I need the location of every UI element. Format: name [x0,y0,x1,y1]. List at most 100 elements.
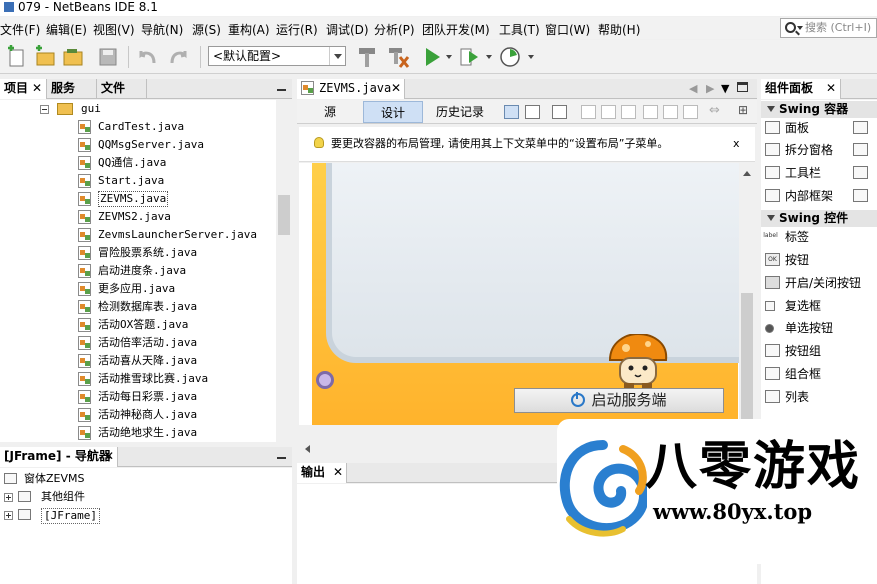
tree-file-label: 活动每日彩票.java [98,390,198,403]
package-icon [57,103,73,115]
minimize-icon[interactable] [277,89,286,91]
menu-source[interactable]: 源(S) [192,21,221,38]
tab-list-icon[interactable]: ▼ [721,82,729,95]
new-project-icon[interactable] [33,45,57,69]
resize-vertical-icon[interactable]: ⊞ [738,103,748,117]
new-file-icon[interactable] [5,45,29,69]
preview-design-icon[interactable] [552,105,567,119]
desktop-pane-icon[interactable] [853,166,868,179]
menu-view[interactable]: 视图(V) [93,21,135,38]
run-dropdown-icon[interactable] [446,55,452,59]
java-file-icon [78,318,91,332]
profile-dropdown-icon[interactable] [528,55,534,59]
palette-item-label: 列表 [785,390,810,404]
save-all-icon[interactable] [96,45,120,69]
menu-navigate[interactable]: 导航(N) [141,21,183,38]
chevron-down-icon [329,47,345,65]
tab-zevms-java-label: ZEVMS.java [319,81,392,95]
resize-horizontal-icon[interactable]: ⇔ [709,103,720,118]
design-canvas[interactable]: 启动服务端 [299,163,739,425]
align-top-icon[interactable] [643,105,658,119]
close-icon[interactable]: ✕ [826,79,836,98]
palette-item-label: 按钮 [785,253,810,267]
close-icon[interactable]: ✕ [391,79,401,98]
tab-services-label: 服务 [51,81,76,95]
debug-dropdown-icon[interactable] [486,55,492,59]
combo-box-icon [765,367,780,380]
canvas-vertical-scrollbar[interactable] [739,163,755,441]
debug-icon[interactable] [458,45,482,69]
align-right-icon[interactable] [601,105,616,119]
run-icon[interactable] [420,45,444,69]
menu-edit[interactable]: 编辑(E) [46,21,87,38]
tree-file-label: QQMsgServer.java [98,138,204,151]
align-left-icon[interactable] [581,105,596,119]
maximize-icon[interactable] [737,82,748,92]
undo-icon[interactable] [136,45,160,69]
connection-mode-icon[interactable] [525,105,540,119]
components-icon [18,491,31,502]
project-tree-scrollbar[interactable] [276,100,292,442]
jframe-preview[interactable]: 启动服务端 [312,163,739,425]
window-title-bar: 079 - NetBeans IDE 8.1 [0,0,877,16]
tree-file-label: 活动倍率活动.java [98,336,198,349]
tab-services[interactable]: 服务 [47,79,97,99]
tabbed-pane-icon[interactable] [853,143,868,156]
start-server-button[interactable]: 启动服务端 [514,388,724,413]
scroll-left-icon[interactable] [301,445,310,453]
scroll-left-icon[interactable]: ◀ [689,82,697,95]
layered-pane-icon[interactable] [853,189,868,202]
build-hammer-icon[interactable] [355,45,379,69]
open-project-icon[interactable] [61,45,85,69]
menu-debug[interactable]: 调试(D) [326,21,369,38]
tab-files[interactable]: 文件 [97,79,147,99]
tab-navigator[interactable]: [JFrame] - 导航器 ✕ [0,447,118,467]
collapse-icon[interactable] [40,105,49,114]
menu-help[interactable]: 帮助(H) [598,21,640,38]
subtab-design[interactable]: 设计 [363,101,423,123]
menu-refactor[interactable]: 重构(A) [228,21,270,38]
configuration-select[interactable]: <默认配置> [208,46,346,66]
tab-output-label: 输出 [301,465,326,479]
close-icon[interactable]: ✕ [333,463,343,482]
menu-profile[interactable]: 分析(P) [374,21,415,38]
java-file-icon [78,156,91,170]
scroll-right-icon[interactable]: ▶ [706,82,714,95]
clean-build-icon[interactable] [386,45,410,69]
tree-file-label: ZEVMS.java [98,191,169,207]
align-bottom-icon[interactable] [663,105,678,119]
scroll-pane-icon[interactable] [853,121,868,134]
minimize-icon[interactable] [277,457,286,459]
close-icon[interactable]: ✕ [32,79,42,98]
tab-projects[interactable]: 项目 ✕ [0,79,47,99]
close-hint-button[interactable]: x [733,127,740,161]
close-icon[interactable]: ✕ [104,447,114,466]
tab-output[interactable]: 输出 ✕ [297,463,347,483]
menu-tools[interactable]: 工具(T) [499,21,540,38]
subtab-source[interactable]: 源 [303,101,357,123]
menu-file[interactable]: 文件(F) [0,21,40,38]
expand-icon[interactable] [4,511,13,520]
profile-icon[interactable] [498,45,522,69]
subtab-history[interactable]: 历史记录 [427,101,493,123]
checkbox-icon [765,301,775,311]
center-vertically-icon[interactable] [683,105,698,119]
menu-team[interactable]: 团队开发(M) [422,21,490,38]
redo-icon[interactable] [166,45,190,69]
center-horizontally-icon[interactable] [621,105,636,119]
palette-category-swing-containers[interactable]: Swing 容器 [761,101,877,118]
scroll-thumb[interactable] [278,195,290,235]
scroll-thumb[interactable] [741,293,753,423]
java-file-icon [78,246,91,260]
scroll-up-icon[interactable] [743,167,751,176]
tab-zevms-java[interactable]: ZEVMS.java ✕ [297,79,405,99]
menu-window[interactable]: 窗口(W) [545,21,590,38]
editor-tab-bar: ZEVMS.java ✕ ◀ ▶ ▼ [297,79,757,99]
expand-icon[interactable] [4,493,13,502]
palette-category-swing-controls[interactable]: Swing 控件 [761,210,877,227]
menu-run[interactable]: 运行(R) [276,21,318,38]
java-file-icon [78,300,91,314]
search-input[interactable]: 搜索 (Ctrl+I) [780,18,877,38]
selection-mode-icon[interactable] [504,105,519,119]
tab-palette[interactable]: 组件面板 ✕ [761,79,841,99]
